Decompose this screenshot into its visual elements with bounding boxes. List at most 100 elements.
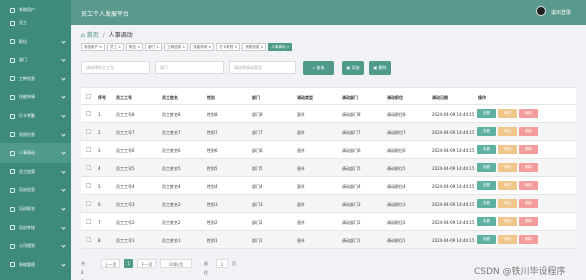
- sidebar-item[interactable]: 打卡考勤: [0, 106, 71, 126]
- delete-button[interactable]: 删除: [519, 235, 538, 244]
- view-button[interactable]: 查看: [477, 127, 496, 136]
- page-1-button[interactable]: 1: [124, 259, 133, 268]
- sidebar-item-label: 部门: [19, 57, 27, 63]
- view-button[interactable]: 查看: [477, 163, 496, 172]
- tab[interactable]: 资质信息 ×: [242, 43, 267, 51]
- prev-page-button[interactable]: 上一页: [101, 259, 120, 268]
- view-button[interactable]: 查看: [477, 145, 496, 154]
- view-button[interactable]: 查看: [477, 217, 496, 226]
- delete-button[interactable]: 删除: [519, 217, 538, 226]
- row-checkbox[interactable]: [86, 111, 91, 116]
- row-checkbox[interactable]: [86, 201, 91, 206]
- table-cell: 部门4: [252, 184, 263, 189]
- tab[interactable]: 技能申请 ×: [190, 43, 215, 51]
- tab[interactable]: 打卡考勤 ×: [216, 43, 241, 51]
- edit-button[interactable]: 修改: [498, 181, 517, 190]
- sidebar-item[interactable]: 公司规划: [0, 236, 71, 256]
- edit-button[interactable]: 修改: [498, 199, 517, 208]
- table-cell: 调动部门6: [342, 148, 361, 153]
- edit-button[interactable]: 修改: [498, 127, 517, 136]
- column-header: 员工工号: [116, 95, 132, 100]
- table-row[interactable]: 8 员工工号1 员工姓名1 性别1 部门1 晋升 调动部门1 调动职位1 2024-04-09 …: [81, 231, 576, 249]
- table-cell: 晋升: [297, 220, 305, 225]
- close-icon[interactable]: ×: [259, 45, 263, 49]
- table-row[interactable]: 6 员工工号3 员工姓名3 性别3 部门3 晋升 调动部门3 调动职位3 2024-04-09 …: [81, 195, 576, 213]
- chevron-down-icon: [61, 262, 66, 267]
- close-icon[interactable]: ×: [155, 45, 159, 49]
- sidebar-item[interactable]: 部门: [0, 50, 71, 70]
- sidebar-item-label: 培训报名: [19, 206, 35, 211]
- edit-button[interactable]: 修改: [498, 145, 517, 154]
- tab[interactable]: 员工 ×: [107, 43, 125, 51]
- delete-button[interactable]: 删除: [519, 145, 538, 154]
- table-cell: 员工工号5: [116, 166, 135, 171]
- edit-button[interactable]: 修改: [498, 235, 517, 244]
- table-row[interactable]: 5 员工工号4 员工姓名4 性别4 部门4 晋升 调动部门4 调动职位4 2024-04-09 …: [81, 177, 576, 195]
- add-button[interactable]: ▣ 添加: [342, 61, 364, 75]
- delete-button[interactable]: 删除: [519, 181, 538, 190]
- tab[interactable]: 人事调动 ×: [268, 43, 293, 51]
- close-icon[interactable]: ×: [98, 45, 102, 49]
- avatar[interactable]: [536, 6, 546, 16]
- edit-button[interactable]: 修改: [498, 109, 517, 118]
- table-cell: 2024-04-09 14:44:15: [432, 148, 475, 153]
- view-button[interactable]: 查看: [477, 235, 496, 244]
- row-checkbox[interactable]: [86, 183, 91, 188]
- tab[interactable]: 系统用户 ×: [81, 43, 106, 51]
- table-row[interactable]: 4 员工工号5 员工姓名5 性别5 部门5 晋升 调动部门5 调动职位5 2024-04-09 …: [81, 159, 576, 177]
- breadcrumb-home[interactable]: 首页: [87, 32, 99, 39]
- batch-delete-button[interactable]: ▣ 删除: [369, 61, 391, 75]
- sidebar-item[interactable]: 员工档案: [0, 162, 71, 182]
- edit-button[interactable]: 修改: [498, 163, 517, 172]
- close-icon[interactable]: ×: [117, 45, 121, 49]
- page-size-select[interactable]: 10条/页: [160, 259, 192, 268]
- sidebar-item[interactable]: 系统管理: [0, 255, 71, 275]
- view-button[interactable]: 查看: [477, 181, 496, 190]
- delete-button[interactable]: 删除: [519, 163, 538, 172]
- dept-input[interactable]: 部门: [155, 61, 224, 74]
- close-icon[interactable]: ×: [207, 45, 211, 49]
- table-row[interactable]: 1 员工工号8 员工姓名8 性别8 部门8 晋升 调动部门8 调动职位8 2024-04-09 …: [81, 105, 576, 123]
- tab[interactable]: 职位 ×: [126, 43, 144, 51]
- close-icon[interactable]: ×: [136, 45, 140, 49]
- view-button[interactable]: 查看: [477, 109, 496, 118]
- delete-button[interactable]: 删除: [519, 109, 538, 118]
- sidebar-item[interactable]: 资质信息: [0, 125, 71, 145]
- select-all-checkbox[interactable]: [86, 94, 91, 99]
- sidebar-item[interactable]: 职位: [0, 32, 71, 52]
- sidebar-item[interactable]: 培训信息: [0, 180, 71, 200]
- table-cell: 部门3: [252, 202, 263, 207]
- query-button[interactable]: ⌕ 查询: [303, 61, 334, 75]
- chevron-down-icon: [61, 94, 66, 100]
- delete-button[interactable]: 删除: [519, 199, 538, 208]
- tab[interactable]: 工种信息 ×: [164, 43, 189, 51]
- close-icon[interactable]: ×: [181, 45, 185, 49]
- goto-input[interactable]: 1: [216, 259, 228, 268]
- row-checkbox[interactable]: [86, 129, 91, 134]
- table-row[interactable]: 2 员工工号7 员工姓名7 性别7 部门7 晋升 调动部门7 调动职位7 2024-04-09 …: [81, 123, 576, 141]
- table-cell: 性别4: [207, 184, 218, 189]
- sidebar-item[interactable]: 人事调动: [0, 143, 71, 164]
- tab[interactable]: 部门 ×: [145, 43, 163, 51]
- sidebar-item[interactable]: 培训考核: [0, 218, 71, 238]
- view-button[interactable]: 查看: [477, 199, 496, 208]
- sidebar-item[interactable]: 培训报名: [0, 199, 71, 219]
- sidebar-item[interactable]: 技能申请: [0, 87, 71, 107]
- sidebar-item[interactable]: 员工: [0, 13, 71, 33]
- job-no-input[interactable]: 请选择员工工号: [81, 61, 150, 74]
- delete-button[interactable]: 删除: [519, 127, 538, 136]
- sidebar-item[interactable]: 工种信息: [0, 69, 71, 89]
- table-row[interactable]: 7 员工工号2 员工姓名2 性别2 部门2 晋升 调动部门2 调动职位2 2024-04-09 …: [81, 213, 576, 231]
- close-icon[interactable]: ×: [285, 45, 289, 49]
- row-checkbox[interactable]: [86, 165, 91, 170]
- edit-button[interactable]: 修改: [498, 217, 517, 226]
- type-select[interactable]: 请选择调动类型: [229, 61, 296, 74]
- row-checkbox[interactable]: [86, 219, 91, 224]
- logout-link[interactable]: 退出登录: [551, 9, 571, 16]
- tab-label: 工种信息: [167, 45, 182, 49]
- row-checkbox[interactable]: [86, 237, 91, 242]
- table-row[interactable]: 3 员工工号6 员工姓名6 性别6 部门6 晋升 调动部门6 调动职位6 2024-04-09 …: [81, 141, 576, 159]
- next-page-button[interactable]: 下一页: [137, 259, 156, 268]
- row-checkbox[interactable]: [86, 147, 91, 152]
- close-icon[interactable]: ×: [233, 45, 237, 49]
